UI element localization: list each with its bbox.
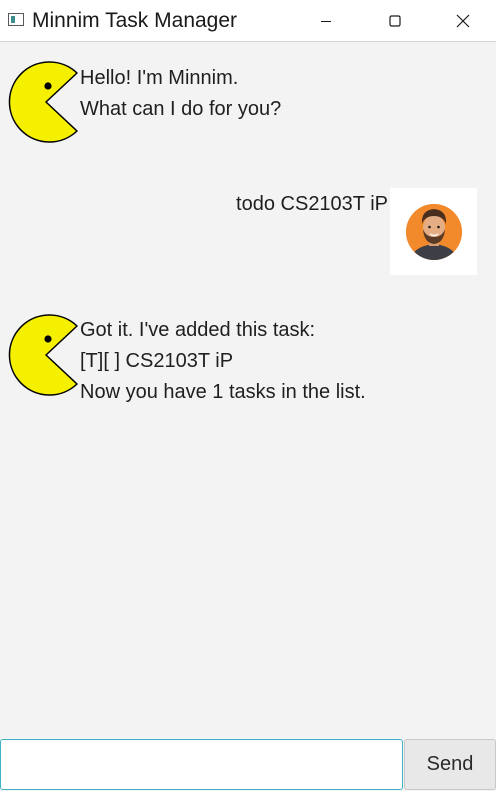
input-bar: Send — [0, 738, 496, 791]
message-input[interactable] — [0, 739, 403, 790]
bot-message-line: Hello! I'm Minnim. — [80, 67, 239, 89]
bot-message-line: Now you have 1 tasks in the list. — [80, 381, 366, 403]
app-window: Minnim Task Manager Hello! I'm Minnim. W… — [0, 0, 496, 791]
user-message-line: todo CS2103T iP — [236, 193, 388, 215]
bot-avatar-pacman-icon — [8, 314, 78, 396]
minimize-button[interactable] — [303, 0, 349, 42]
app-window-icon — [8, 13, 24, 26]
bot-message-line: What can I do for you? — [80, 98, 282, 120]
user-avatar-icon — [406, 204, 462, 260]
title-bar: Minnim Task Manager — [0, 0, 496, 42]
user-avatar — [390, 188, 477, 275]
close-button[interactable] — [440, 0, 486, 42]
minimize-icon — [321, 21, 331, 22]
bot-message-line: Got it. I've added this task: — [80, 319, 316, 341]
maximize-icon — [389, 15, 401, 27]
chat-scroll-area[interactable]: Hello! I'm Minnim. What can I do for you… — [0, 43, 496, 738]
close-icon — [456, 14, 470, 28]
maximize-button[interactable] — [372, 0, 418, 42]
bot-avatar-pacman-icon — [8, 61, 78, 143]
send-button[interactable]: Send — [404, 739, 496, 790]
window-title: Minnim Task Manager — [32, 9, 238, 32]
bot-message-line: [T][ ] CS2103T iP — [80, 350, 234, 372]
